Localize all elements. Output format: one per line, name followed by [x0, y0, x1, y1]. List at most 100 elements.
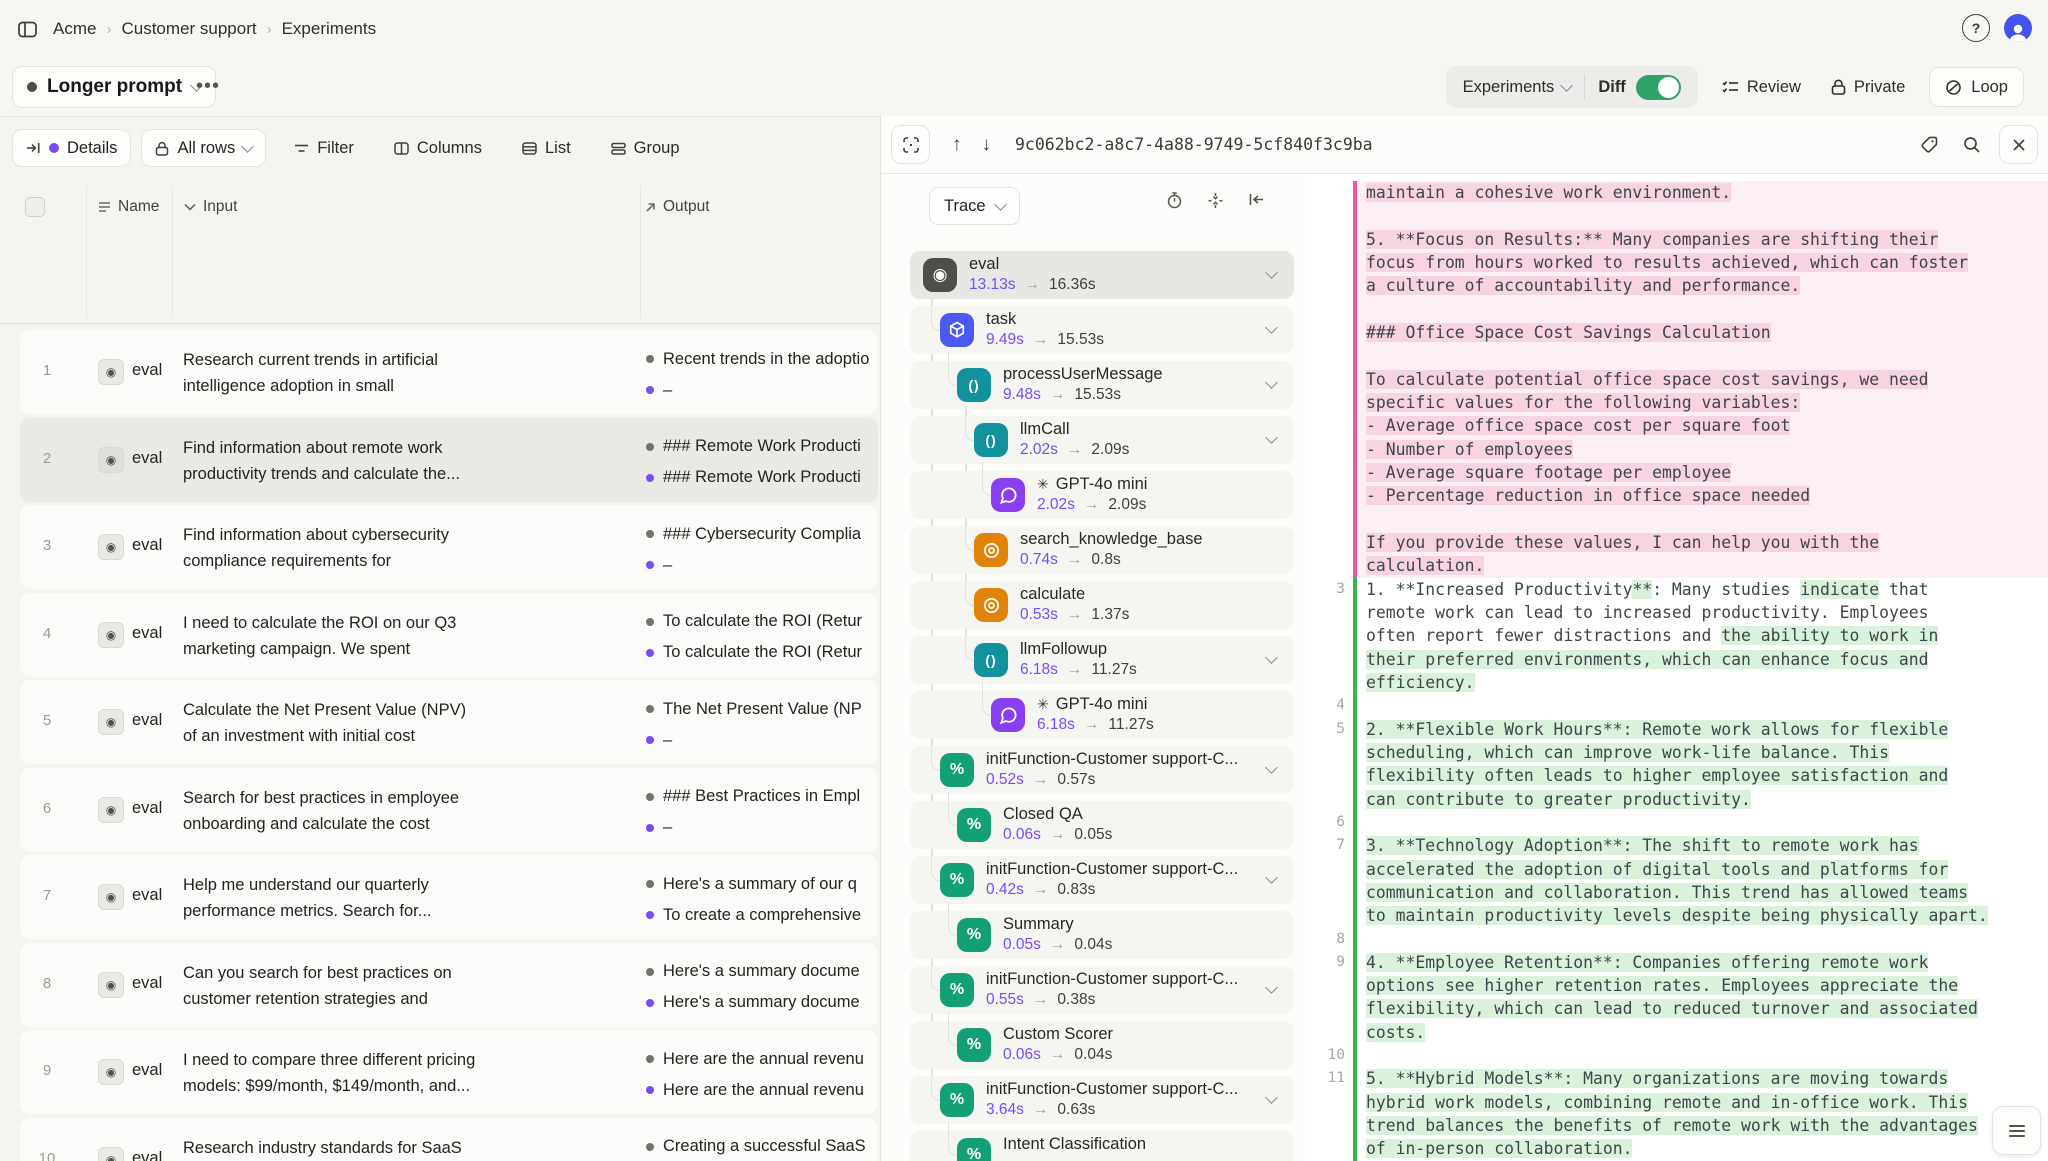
collapse-rows-icon[interactable]: [1207, 192, 1224, 209]
trace-span-row[interactable]: () ✳llmFollowup 6.18s→11.27s: [910, 636, 1294, 684]
previous-row-button[interactable]: ↑: [942, 130, 972, 160]
expand-trace-icon[interactable]: [891, 125, 930, 164]
span-type-icon: [974, 533, 1008, 567]
all-rows-button[interactable]: All rows: [141, 129, 266, 167]
trace-span-row[interactable]: ◉ ✳eval 13.13s→16.36s: [910, 251, 1294, 299]
avatar[interactable]: [2004, 14, 2032, 42]
filter-button[interactable]: Filter: [282, 129, 366, 167]
trace-span-row[interactable]: % ✳Summary 0.05s→0.04s: [910, 911, 1294, 959]
trace-span-row[interactable]: () ✳processUserMessage 9.48s→15.53s: [910, 361, 1294, 409]
select-all-checkbox[interactable]: [25, 197, 45, 217]
sidebar-toggle-icon[interactable]: [18, 21, 37, 38]
span-title: ✳llmFollowup: [1020, 640, 1137, 659]
more-options-button[interactable]: •••: [190, 74, 226, 99]
diff-line-text: - Average office space cost per square f…: [1353, 414, 2048, 437]
span-type-icon: %: [940, 1083, 974, 1117]
diff-line-text: 2. **Flexible Work Hours**: Remote work …: [1353, 718, 2048, 741]
table-row[interactable]: 3 ◉ eval Find information about cybersec…: [20, 505, 878, 589]
table-row[interactable]: 9 ◉ eval I need to compare three differe…: [20, 1030, 878, 1114]
input-column-label: Input: [203, 198, 237, 216]
private-button[interactable]: Private: [1825, 77, 1911, 98]
help-icon[interactable]: ?: [1962, 14, 1990, 42]
next-row-button[interactable]: ↓: [972, 130, 1002, 160]
trace-span-row[interactable]: % ✳initFunction-Customer support-C... 0.…: [910, 746, 1294, 794]
diff-line-text: costs.: [1353, 1021, 2048, 1044]
row-input: Find information about remote work produ…: [183, 435, 477, 487]
columns-button[interactable]: Columns: [382, 129, 494, 167]
span-title: ✳processUserMessage: [1003, 365, 1163, 384]
table-row[interactable]: 2 ◉ eval Find information about remote w…: [20, 418, 878, 502]
row-outputs: ### Remote Work Producti### Remote Work …: [646, 437, 872, 488]
column-header-output[interactable]: Output: [645, 198, 710, 216]
span-title: ✳Summary: [1003, 915, 1112, 934]
diff-line-added: 8: [1311, 928, 2048, 951]
eval-icon: ◉: [98, 972, 124, 998]
diff-line-removed: [1311, 344, 2048, 367]
log-menu-button[interactable]: [1992, 1106, 2041, 1155]
table-row[interactable]: 5 ◉ eval Calculate the Net Present Value…: [20, 680, 878, 764]
diff-toggle[interactable]: [1636, 75, 1681, 100]
list-button[interactable]: List: [510, 129, 583, 167]
diff-line-removed: a culture of accountability and performa…: [1311, 274, 2048, 297]
trace-span-row[interactable]: % ✳initFunction-Customer support-C... 0.…: [910, 966, 1294, 1014]
trace-span-row[interactable]: % ✳Intent Classification →: [910, 1131, 1294, 1161]
trace-span-row[interactable]: ✳GPT-4o mini 2.02s→2.09s: [910, 471, 1294, 519]
close-icon[interactable]: [1999, 125, 2038, 164]
column-divider[interactable]: [86, 186, 87, 318]
trace-span-row[interactable]: () ✳llmCall 2.02s→2.09s: [910, 416, 1294, 464]
span-duration-right: 15.53s: [1057, 331, 1104, 349]
table-row[interactable]: 10 ◉ eval Research industry standards fo…: [20, 1118, 878, 1161]
table-row[interactable]: 7 ◉ eval Help me understand our quarterl…: [20, 855, 878, 939]
table-row[interactable]: 6 ◉ eval Search for best practices in em…: [20, 768, 878, 852]
output-bullet: [646, 999, 654, 1007]
table-row[interactable]: 8 ◉ eval Can you search for best practic…: [20, 943, 878, 1027]
group-button[interactable]: Group: [599, 129, 692, 167]
output-line: –: [646, 818, 872, 838]
trace-span-row[interactable]: ✳calculate 0.53s→1.37s: [910, 581, 1294, 629]
column-header-input[interactable]: Input: [184, 198, 237, 216]
experiment-selector[interactable]: Longer prompt: [12, 66, 216, 108]
breadcrumb-section[interactable]: Experiments: [282, 19, 376, 39]
breadcrumb-project[interactable]: Customer support: [121, 19, 256, 39]
review-button[interactable]: Review: [1716, 77, 1807, 98]
trace-span-row[interactable]: ✳GPT-4o mini 6.18s→11.27s: [910, 691, 1294, 739]
trace-span-row[interactable]: ✳search_knowledge_base 0.74s→0.8s: [910, 526, 1294, 574]
row-number: 2: [34, 450, 60, 467]
span-duration-right: 0.83s: [1057, 881, 1095, 899]
diff-line-added: 115. **Hybrid Models**: Many organizatio…: [1311, 1067, 2048, 1090]
span-duration-right: 0.04s: [1074, 936, 1112, 954]
trace-span-row[interactable]: % ✳initFunction-Customer support-C... 3.…: [910, 1076, 1294, 1124]
trace-span-row[interactable]: % ✳Custom Scorer 0.06s→0.04s: [910, 1021, 1294, 1069]
column-divider[interactable]: [172, 186, 173, 318]
row-input: I need to compare three different pricin…: [183, 1047, 477, 1099]
trace-span-row[interactable]: % ✳initFunction-Customer support-C... 0.…: [910, 856, 1294, 904]
tag-icon[interactable]: [1914, 129, 1945, 160]
trace-span-row[interactable]: ✳task 9.49s→15.53s: [910, 306, 1294, 354]
output-bullet: [646, 793, 654, 801]
details-button[interactable]: Details: [12, 129, 131, 167]
search-icon[interactable]: [1957, 130, 1987, 160]
row-input: Can you search for best practices on cus…: [183, 960, 477, 1013]
span-title: ✳Closed QA: [1003, 805, 1112, 824]
trace-span-row[interactable]: % ✳Closed QA 0.06s→0.05s: [910, 801, 1294, 849]
column-header-name[interactable]: Name: [98, 198, 159, 216]
span-duration-left: 0.52s: [986, 771, 1024, 789]
experiments-view-button[interactable]: Experiments: [1450, 78, 1585, 97]
collapse-panel-icon[interactable]: [1248, 192, 1265, 209]
diff-highlight-segment: accelerated the adoption of digital tool…: [1366, 860, 1948, 879]
output-bullet: [646, 968, 654, 976]
private-label: Private: [1854, 78, 1905, 97]
row-outputs: To calculate the ROI (ReturTo calculate …: [646, 612, 872, 663]
trace-view-selector[interactable]: Trace: [929, 187, 1020, 225]
table-row[interactable]: 4 ◉ eval I need to calculate the ROI on …: [20, 593, 878, 677]
line-number: [1311, 274, 1345, 297]
line-number: [1311, 624, 1345, 647]
row-outputs: Creating a successful SaaS: [646, 1137, 872, 1157]
timing-icon[interactable]: [1166, 192, 1183, 209]
loop-button[interactable]: Loop: [1929, 67, 2024, 107]
table-row[interactable]: 1 ◉ eval Research current trends in arti…: [20, 330, 878, 414]
breadcrumb-org[interactable]: Acme: [53, 19, 96, 39]
column-divider[interactable]: [640, 186, 641, 318]
span-type-icon: %: [957, 1138, 991, 1161]
openai-logo-icon: ✳: [1037, 476, 1049, 493]
